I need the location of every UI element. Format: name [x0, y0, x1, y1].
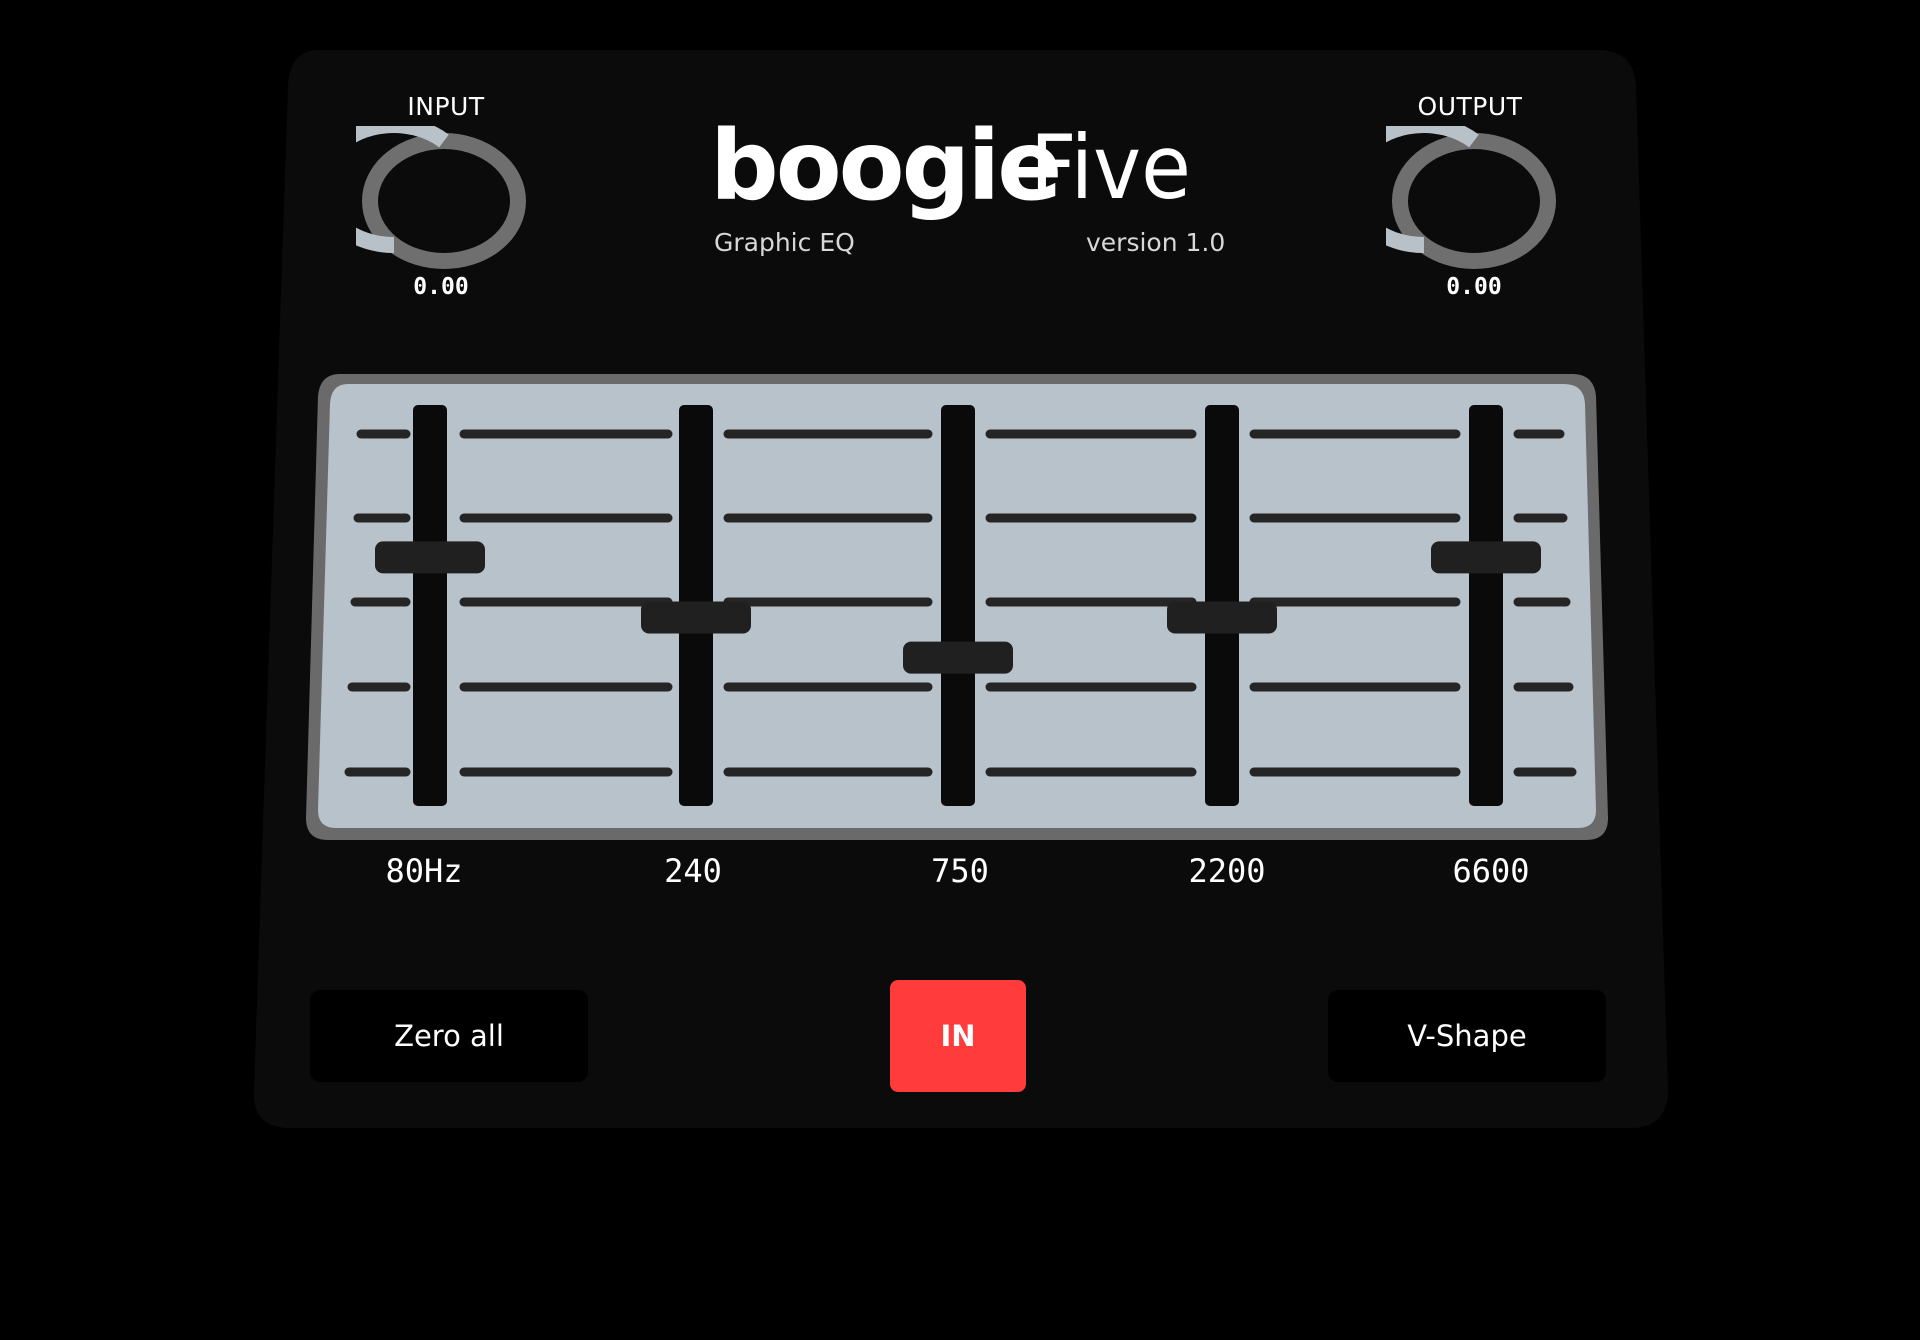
- v-shape-button[interactable]: V-Shape: [1328, 990, 1606, 1082]
- band-label-2200: 2200: [1188, 852, 1266, 890]
- plugin-window: INPUT 0.00 OUTPUT 0.00 boogie Five Graph…: [0, 0, 1920, 1340]
- fader-track[interactable]: [941, 405, 975, 806]
- band-label-240: 240: [664, 852, 722, 890]
- eq-screen: [306, 374, 1608, 840]
- band-label-6600: 6600: [1452, 852, 1530, 890]
- fader-track[interactable]: [1469, 405, 1503, 806]
- band-label-750: 750: [931, 852, 989, 890]
- band-label-80hz: 80Hz: [385, 852, 463, 890]
- fader-handle[interactable]: [375, 541, 485, 574]
- zero-all-button[interactable]: Zero all: [310, 990, 588, 1082]
- fader-handle[interactable]: [1431, 541, 1541, 574]
- fader-handle[interactable]: [1167, 601, 1277, 634]
- fader-handle[interactable]: [641, 601, 751, 634]
- fader-handle[interactable]: [903, 641, 1013, 674]
- fader-track[interactable]: [413, 405, 447, 806]
- in-bypass-button[interactable]: IN: [890, 980, 1026, 1092]
